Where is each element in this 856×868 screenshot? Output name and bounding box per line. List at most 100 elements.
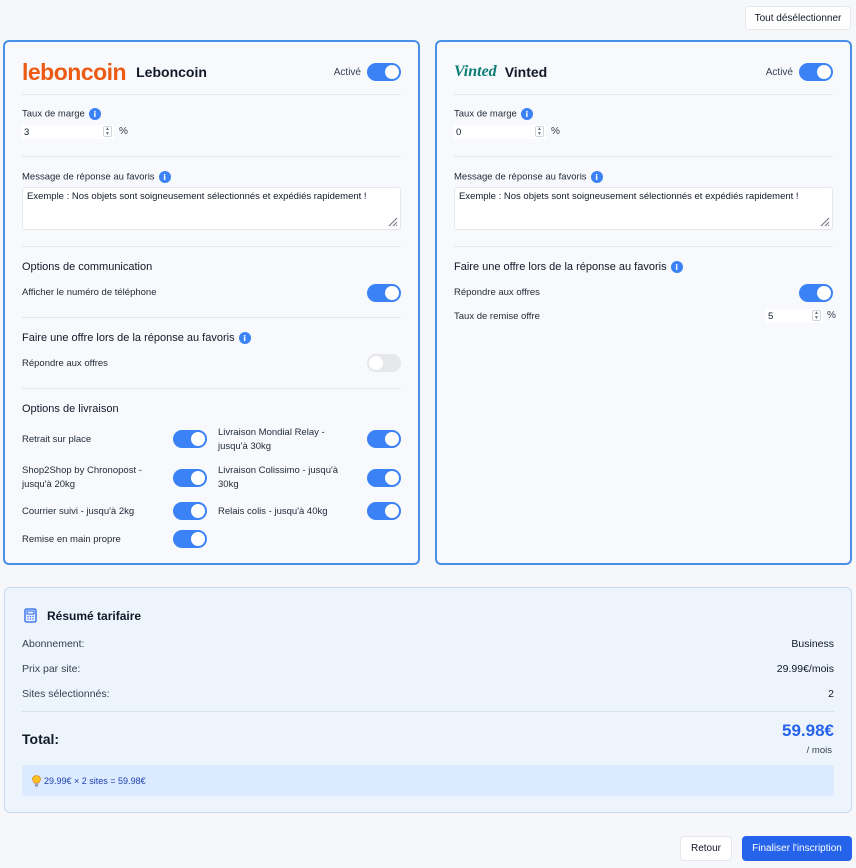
leboncoin-name: Leboncoin: [136, 64, 207, 80]
resize-grip-icon[interactable]: [818, 215, 830, 227]
price-per-site-label: Prix par site:: [22, 663, 81, 675]
courrier-label: Courrier suivi - jusqu'à 2kg: [22, 506, 135, 517]
vinted-discount-input[interactable]: 5 ▲ ▼: [766, 309, 823, 323]
leboncoin-header: leboncoin Leboncoin Activé: [22, 54, 401, 90]
sites-selected-value: 2: [828, 688, 834, 700]
calculation-text: 29.99€ × 2 sites = 59.98€: [44, 775, 146, 786]
shop2shop-label: Shop2Shop by Chronopost - jusqu'à 20kg: [22, 464, 142, 492]
shop2shop-toggle[interactable]: [173, 469, 207, 487]
price-per-site-value: 29.99€/mois: [776, 663, 834, 675]
colissimo-label: Livraison Colissimo - jusqu'à 30kg: [218, 464, 338, 492]
shop2shop-label-line1: Shop2Shop by Chronopost -: [22, 465, 142, 476]
vinted-active-label: Activé: [765, 66, 793, 78]
resize-grip-icon[interactable]: [386, 215, 398, 227]
vinted-logo: Vinted: [454, 63, 497, 80]
phone-toggle[interactable]: [367, 284, 401, 302]
info-icon[interactable]: i: [158, 171, 171, 183]
communication-title: Options de communication: [22, 261, 153, 273]
calculation-box: 29.99€ × 2 sites = 59.98€: [22, 765, 834, 796]
vinted-card: Vinted Vinted Activé Taux de marge i 0 ▲ ▼…: [435, 40, 852, 565]
leboncoin-respond-offers-label: Répondre aux offres: [22, 358, 108, 369]
vinted-margin-input[interactable]: 0 ▲ ▼: [454, 125, 546, 139]
info-icon[interactable]: i: [238, 332, 251, 345]
colissimo-label-line1: Livraison Colissimo - jusqu'à: [218, 465, 339, 476]
vinted-margin-label: Taux de marge i: [454, 108, 533, 120]
divider: [454, 246, 833, 247]
info-icon[interactable]: i: [520, 108, 533, 120]
hand-delivery-label: Remise en main propre: [22, 534, 121, 545]
divider: [22, 94, 401, 95]
leboncoin-respond-offers-toggle[interactable]: [367, 354, 401, 372]
colissimo-label-line2: 30kg: [218, 479, 239, 490]
subscription-label: Abonnement:: [22, 638, 85, 650]
leboncoin-margin-unit: %: [119, 126, 128, 137]
divider: [22, 711, 834, 712]
colissimo-toggle[interactable]: [367, 469, 401, 487]
leboncoin-fav-message-label-text: Message de réponse au favoris: [22, 171, 155, 183]
info-icon[interactable]: i: [88, 108, 101, 120]
vinted-respond-offers-toggle[interactable]: [799, 284, 833, 302]
leboncoin-fav-message-textarea[interactable]: Exemple : Nos objets sont soigneusement …: [22, 187, 401, 230]
vinted-name: Vinted: [504, 64, 548, 80]
deselect-all-button[interactable]: Tout désélectionner: [745, 6, 851, 30]
lightbulb-icon: [32, 774, 41, 786]
divider: [454, 94, 833, 95]
vinted-margin-label-text: Taux de marge: [454, 108, 517, 120]
vinted-active-toggle[interactable]: [799, 63, 833, 81]
total-unit: / mois: [806, 745, 832, 756]
courrier-toggle[interactable]: [173, 502, 207, 520]
divider: [22, 246, 401, 247]
pickup-label: Retrait sur place: [22, 434, 92, 445]
relais-toggle[interactable]: [367, 502, 401, 520]
vinted-offer-title: Faire une offre lors de la réponse au fa…: [454, 261, 683, 274]
shop2shop-label-line2: jusqu'à 20kg: [22, 479, 76, 490]
leboncoin-fav-message-text: Exemple : Nos objets sont soigneusement …: [27, 191, 367, 202]
finish-registration-button[interactable]: Finaliser l'inscription: [742, 836, 852, 861]
pricing-summary: Résumé tarifaire Abonnement: Business Pr…: [4, 587, 852, 813]
leboncoin-margin-label: Taux de marge i: [22, 108, 101, 120]
spinner-icon[interactable]: ▲ ▼: [535, 126, 544, 137]
leboncoin-margin-value: 3: [24, 126, 30, 138]
vinted-header: Vinted Vinted Activé: [454, 54, 833, 90]
divider: [22, 317, 401, 318]
relais-label: Relais colis - jusqu'à 40kg: [218, 506, 328, 517]
leboncoin-active-label: Activé: [333, 66, 361, 78]
total-value: 59.98€: [782, 721, 834, 740]
divider: [22, 388, 401, 389]
total-label: Total:: [22, 731, 60, 747]
calculator-icon: [24, 608, 37, 623]
spinner-icon[interactable]: ▲ ▼: [103, 126, 112, 137]
vinted-fav-message-text: Exemple : Nos objets sont soigneusement …: [459, 191, 799, 202]
back-button[interactable]: Retour: [680, 836, 732, 861]
mondial-relay-toggle[interactable]: [367, 430, 401, 448]
leboncoin-active-toggle[interactable]: [367, 63, 401, 81]
leboncoin-margin-label-text: Taux de marge: [22, 108, 85, 120]
leboncoin-logo: leboncoin: [22, 58, 127, 85]
vinted-fav-message-textarea[interactable]: Exemple : Nos objets sont soigneusement …: [454, 187, 833, 230]
vinted-margin-unit: %: [551, 126, 560, 137]
pickup-toggle[interactable]: [173, 430, 207, 448]
summary-title: Résumé tarifaire: [47, 609, 142, 623]
leboncoin-offer-title-text: Faire une offre lors de la réponse au fa…: [22, 332, 235, 344]
vinted-fav-message-label-text: Message de réponse au favoris: [454, 171, 587, 183]
subscription-value: Business: [791, 638, 834, 650]
leboncoin-fav-message-label: Message de réponse au favoris i: [22, 171, 171, 183]
hand-delivery-toggle[interactable]: [173, 530, 207, 548]
mondial-relay-label-line2: jusqu'à 30kg: [218, 441, 272, 452]
vinted-discount-value: 5: [768, 310, 774, 322]
sites-selected-label: Sites sélectionnés:: [22, 688, 110, 700]
info-icon[interactable]: i: [670, 261, 683, 274]
mondial-relay-label: Livraison Mondial Relay - jusqu'à 30kg: [218, 426, 325, 454]
vinted-respond-offers-label: Répondre aux offres: [454, 287, 540, 298]
mondial-relay-label-line1: Livraison Mondial Relay -: [218, 427, 325, 438]
leboncoin-card: leboncoin Leboncoin Activé Taux de marge…: [3, 40, 420, 565]
vinted-margin-value: 0: [456, 126, 462, 138]
leboncoin-offer-title: Faire une offre lors de la réponse au fa…: [22, 332, 251, 345]
info-icon[interactable]: i: [590, 171, 603, 183]
vinted-offer-title-text: Faire une offre lors de la réponse au fa…: [454, 261, 667, 273]
leboncoin-margin-input[interactable]: 3 ▲ ▼: [22, 125, 114, 139]
vinted-discount-label: Taux de remise offre: [454, 311, 540, 322]
phone-label: Afficher le numéro de téléphone: [22, 287, 157, 298]
spinner-icon[interactable]: ▲ ▼: [812, 310, 821, 321]
delivery-title: Options de livraison: [22, 403, 119, 415]
